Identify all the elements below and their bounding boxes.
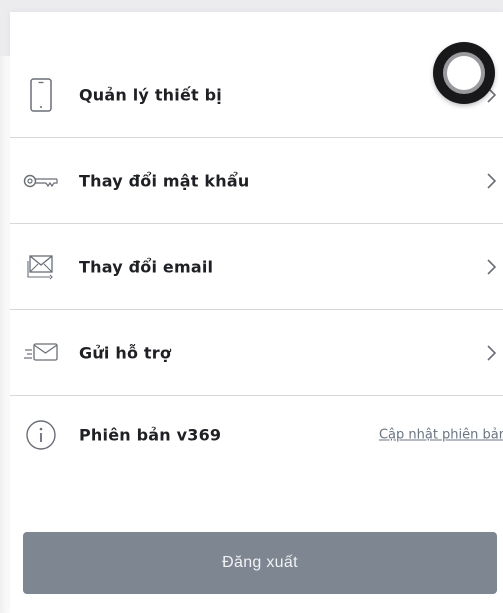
phone-icon: [22, 76, 60, 114]
send-support-icon: [22, 334, 60, 372]
circle-button-ring: [443, 52, 485, 94]
chevron-right-icon: [487, 258, 497, 275]
menu-item-label: Quản lý thiết bị: [79, 85, 222, 104]
menu-item-change-email[interactable]: Thay đổi email: [10, 224, 503, 310]
update-version-link[interactable]: Cập nhật phiên bản: [379, 428, 503, 443]
settings-screen: Quản lý thiết bị Thay đổi mật khẩu Thay …: [0, 0, 503, 613]
menu-item-label: Thay đổi mật khẩu: [79, 171, 250, 190]
logout-button[interactable]: Đăng xuất: [23, 532, 497, 594]
menu-item-send-support[interactable]: Gửi hỗ trợ: [10, 310, 503, 396]
version-row: Phiên bản v369 Cập nhật phiên bản: [10, 396, 503, 474]
chevron-right-icon: [487, 344, 497, 361]
menu-item-label: Gửi hỗ trợ: [79, 343, 172, 362]
settings-panel: Quản lý thiết bị Thay đổi mật khẩu Thay …: [10, 12, 503, 613]
info-icon: [22, 416, 60, 454]
menu-item-label: Thay đổi email: [79, 257, 214, 276]
key-icon: [22, 162, 60, 200]
email-icon: [22, 248, 60, 286]
menu-item-change-password[interactable]: Thay đổi mật khẩu: [10, 138, 503, 224]
menu-item-device-management[interactable]: Quản lý thiết bị: [10, 52, 503, 138]
chevron-right-icon: [487, 172, 497, 189]
circle-button-icon[interactable]: [433, 42, 495, 104]
version-label: Phiên bản v369: [79, 425, 222, 445]
